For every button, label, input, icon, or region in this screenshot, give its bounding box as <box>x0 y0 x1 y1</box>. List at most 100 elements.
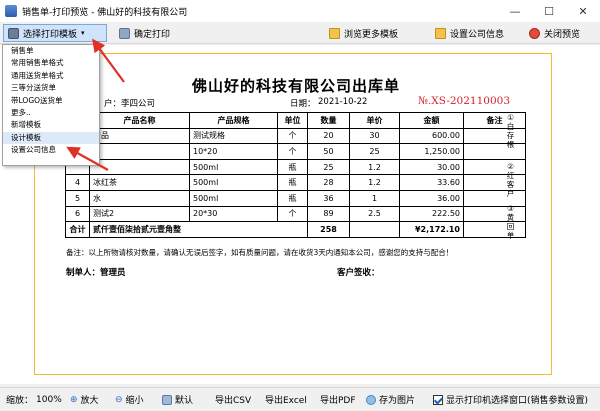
product-spec: 500ml <box>189 189 278 207</box>
maker-label: 制单人：管理员 <box>66 268 126 278</box>
folder-icon <box>435 27 446 39</box>
unit-price: 1.2 <box>349 158 400 176</box>
menu-item-triple-delivery[interactable]: 三等分送货单 <box>3 82 99 94</box>
product-name: 测试2 <box>89 205 190 223</box>
folder-icon <box>329 27 340 39</box>
customer-sign-label: 客户签收： <box>337 268 380 278</box>
unit: 个 <box>277 205 308 223</box>
close-icon <box>529 27 540 39</box>
unit-price: 1 <box>349 189 400 207</box>
menu-item-more[interactable]: 更多.. <box>3 107 99 119</box>
minimize-button[interactable]: — <box>498 0 532 22</box>
zoom-in-icon: ⊕ <box>70 394 78 405</box>
product-spec: 测试规格 <box>189 127 278 145</box>
default-zoom-button[interactable]: 默认 <box>162 393 193 406</box>
menu-item-common-sales[interactable]: 常用销售单格式 <box>3 57 99 69</box>
zoom-reset-icon <box>162 394 172 405</box>
menu-item-logo-delivery[interactable]: 带LOGO送货单 <box>3 95 99 107</box>
table-row: 5 水 500ml 瓶 36 1 36.00 <box>65 189 526 207</box>
window-controls: — ☐ ✕ <box>498 0 600 22</box>
menu-item-design-template[interactable]: 设计模板 <box>3 131 99 145</box>
unit-price: 25 <box>349 143 400 160</box>
document-number: №.XS-202110003 <box>418 95 510 107</box>
col-header: 金额 <box>399 112 464 129</box>
choose-template-button[interactable]: 选择打印模板 ▾ <box>3 24 107 42</box>
menu-item-new-template[interactable]: 新增模板 <box>3 119 99 131</box>
product-name: 产品 <box>89 127 190 145</box>
company-info-button[interactable]: 设置公司信息 <box>431 24 508 42</box>
quantity: 36 <box>307 189 350 207</box>
product-name: 水 <box>89 189 190 207</box>
quantity: 28 <box>307 174 350 191</box>
product-spec: 10*20 <box>189 143 278 160</box>
printer-icon <box>8 27 19 39</box>
close-preview-button[interactable]: 关闭预览 <box>525 24 584 42</box>
image-icon <box>366 394 376 405</box>
close-preview-label: 关闭预览 <box>544 29 581 40</box>
unit: 瓶 <box>277 158 308 176</box>
title-bar: 销售单-打印预览 - 佛山好的科技有限公司 — ☐ ✕ <box>0 0 600 22</box>
product-name: 冰红茶 <box>89 174 190 191</box>
zoom-value: 100% <box>36 394 62 405</box>
template-dropdown-menu: 销售单 常用销售单格式 通用送货单格式 三等分送货单 带LOGO送货单 更多..… <box>2 44 100 166</box>
document-note: 备注：以上所物请核对数量，请确认无误后签字，如有质量问题，请在收货3天内通知本公… <box>66 248 454 257</box>
checkbox-checked-icon[interactable] <box>433 394 443 405</box>
close-window-button[interactable]: ✕ <box>566 0 600 22</box>
document-title: 佛山好的科技有限公司出库单 <box>192 77 401 95</box>
unit-price: 30 <box>349 127 400 145</box>
table-header-row: 产品名称 产品规格 单位 数量 单价 金额 备注 <box>65 112 526 129</box>
quantity: 25 <box>307 158 350 176</box>
app-icon <box>5 5 17 17</box>
quantity: 20 <box>307 127 350 145</box>
status-bar: 缩放： 100% ⊕ 放大 ⊖ 缩小 默认 导出CSV 导出Excel 导出PD… <box>0 387 600 411</box>
date-label: 日期： <box>290 99 316 109</box>
table-row: 1 10*20 个 50 25 1,250.00 <box>65 143 526 160</box>
export-excel-button[interactable]: 导出Excel <box>265 393 307 406</box>
product-spec: 500ml <box>189 158 278 176</box>
product-spec: 20*30 <box>189 205 278 223</box>
amount: 1,250.00 <box>399 143 464 160</box>
menu-item-general-delivery[interactable]: 通用送货单格式 <box>3 70 99 82</box>
col-header: 备注 <box>463 112 526 129</box>
unit: 个 <box>277 127 308 145</box>
table-row: 500ml 瓶 25 1.2 30.00 <box>65 158 526 176</box>
table-row: 4 冰红茶 500ml 瓶 28 1.2 33.60 <box>65 174 526 191</box>
remark <box>463 174 526 191</box>
menu-item-company-info[interactable]: 设置公司信息 <box>3 144 99 156</box>
side-note-white: ①白存根 <box>506 113 515 149</box>
window-title: 销售单-打印预览 - 佛山好的科技有限公司 <box>22 7 188 18</box>
row-number: 4 <box>65 174 90 191</box>
quantity: 89 <box>307 205 350 223</box>
remark <box>463 158 526 176</box>
print-confirm-icon <box>119 27 130 39</box>
customer-name: 李四公司 <box>121 99 156 109</box>
remark <box>463 127 526 145</box>
table-row: 产品 测试规格 个 20 30 600.00 <box>65 127 526 145</box>
confirm-print-label: 确定打印 <box>134 29 171 40</box>
amount: 36.00 <box>399 189 464 207</box>
side-note-yellow: ③黄回单 <box>506 204 515 240</box>
amount: 30.00 <box>399 158 464 176</box>
choose-template-label: 选择打印模板 <box>23 29 78 40</box>
menu-item-sales-order[interactable]: 销售单 <box>3 45 99 57</box>
export-pdf-button[interactable]: 导出PDF <box>320 393 356 406</box>
browse-templates-button[interactable]: 浏览更多模板 <box>325 24 402 42</box>
amount: 600.00 <box>399 127 464 145</box>
col-header: 单价 <box>349 112 400 129</box>
zoom-in-button[interactable]: ⊕ 放大 <box>70 393 99 407</box>
save-image-button[interactable]: 存为图片 <box>366 393 415 406</box>
show-printer-checkbox[interactable]: 显示打印机选择窗口(销售参数设置) <box>433 393 588 406</box>
customer-label: 户： <box>104 99 122 109</box>
zoom-out-button[interactable]: ⊖ 缩小 <box>115 393 144 407</box>
confirm-print-button[interactable]: 确定打印 <box>115 24 174 42</box>
total-row: 合计 贰仟壹佰柒拾贰元壹角整 258 ¥2,172.10 <box>65 221 526 238</box>
remark <box>463 205 526 223</box>
total-in-words: 贰仟壹佰柒拾贰元壹角整 <box>89 221 308 238</box>
export-csv-button[interactable]: 导出CSV <box>215 393 251 406</box>
amount: 33.60 <box>399 174 464 191</box>
items-table: 产品名称 产品规格 单位 数量 单价 金额 备注 产品 测试规格 个 20 30… <box>65 112 526 238</box>
amount: 222.50 <box>399 205 464 223</box>
maximize-button[interactable]: ☐ <box>532 0 566 22</box>
chevron-down-icon: ▾ <box>81 29 85 37</box>
unit: 个 <box>277 143 308 160</box>
